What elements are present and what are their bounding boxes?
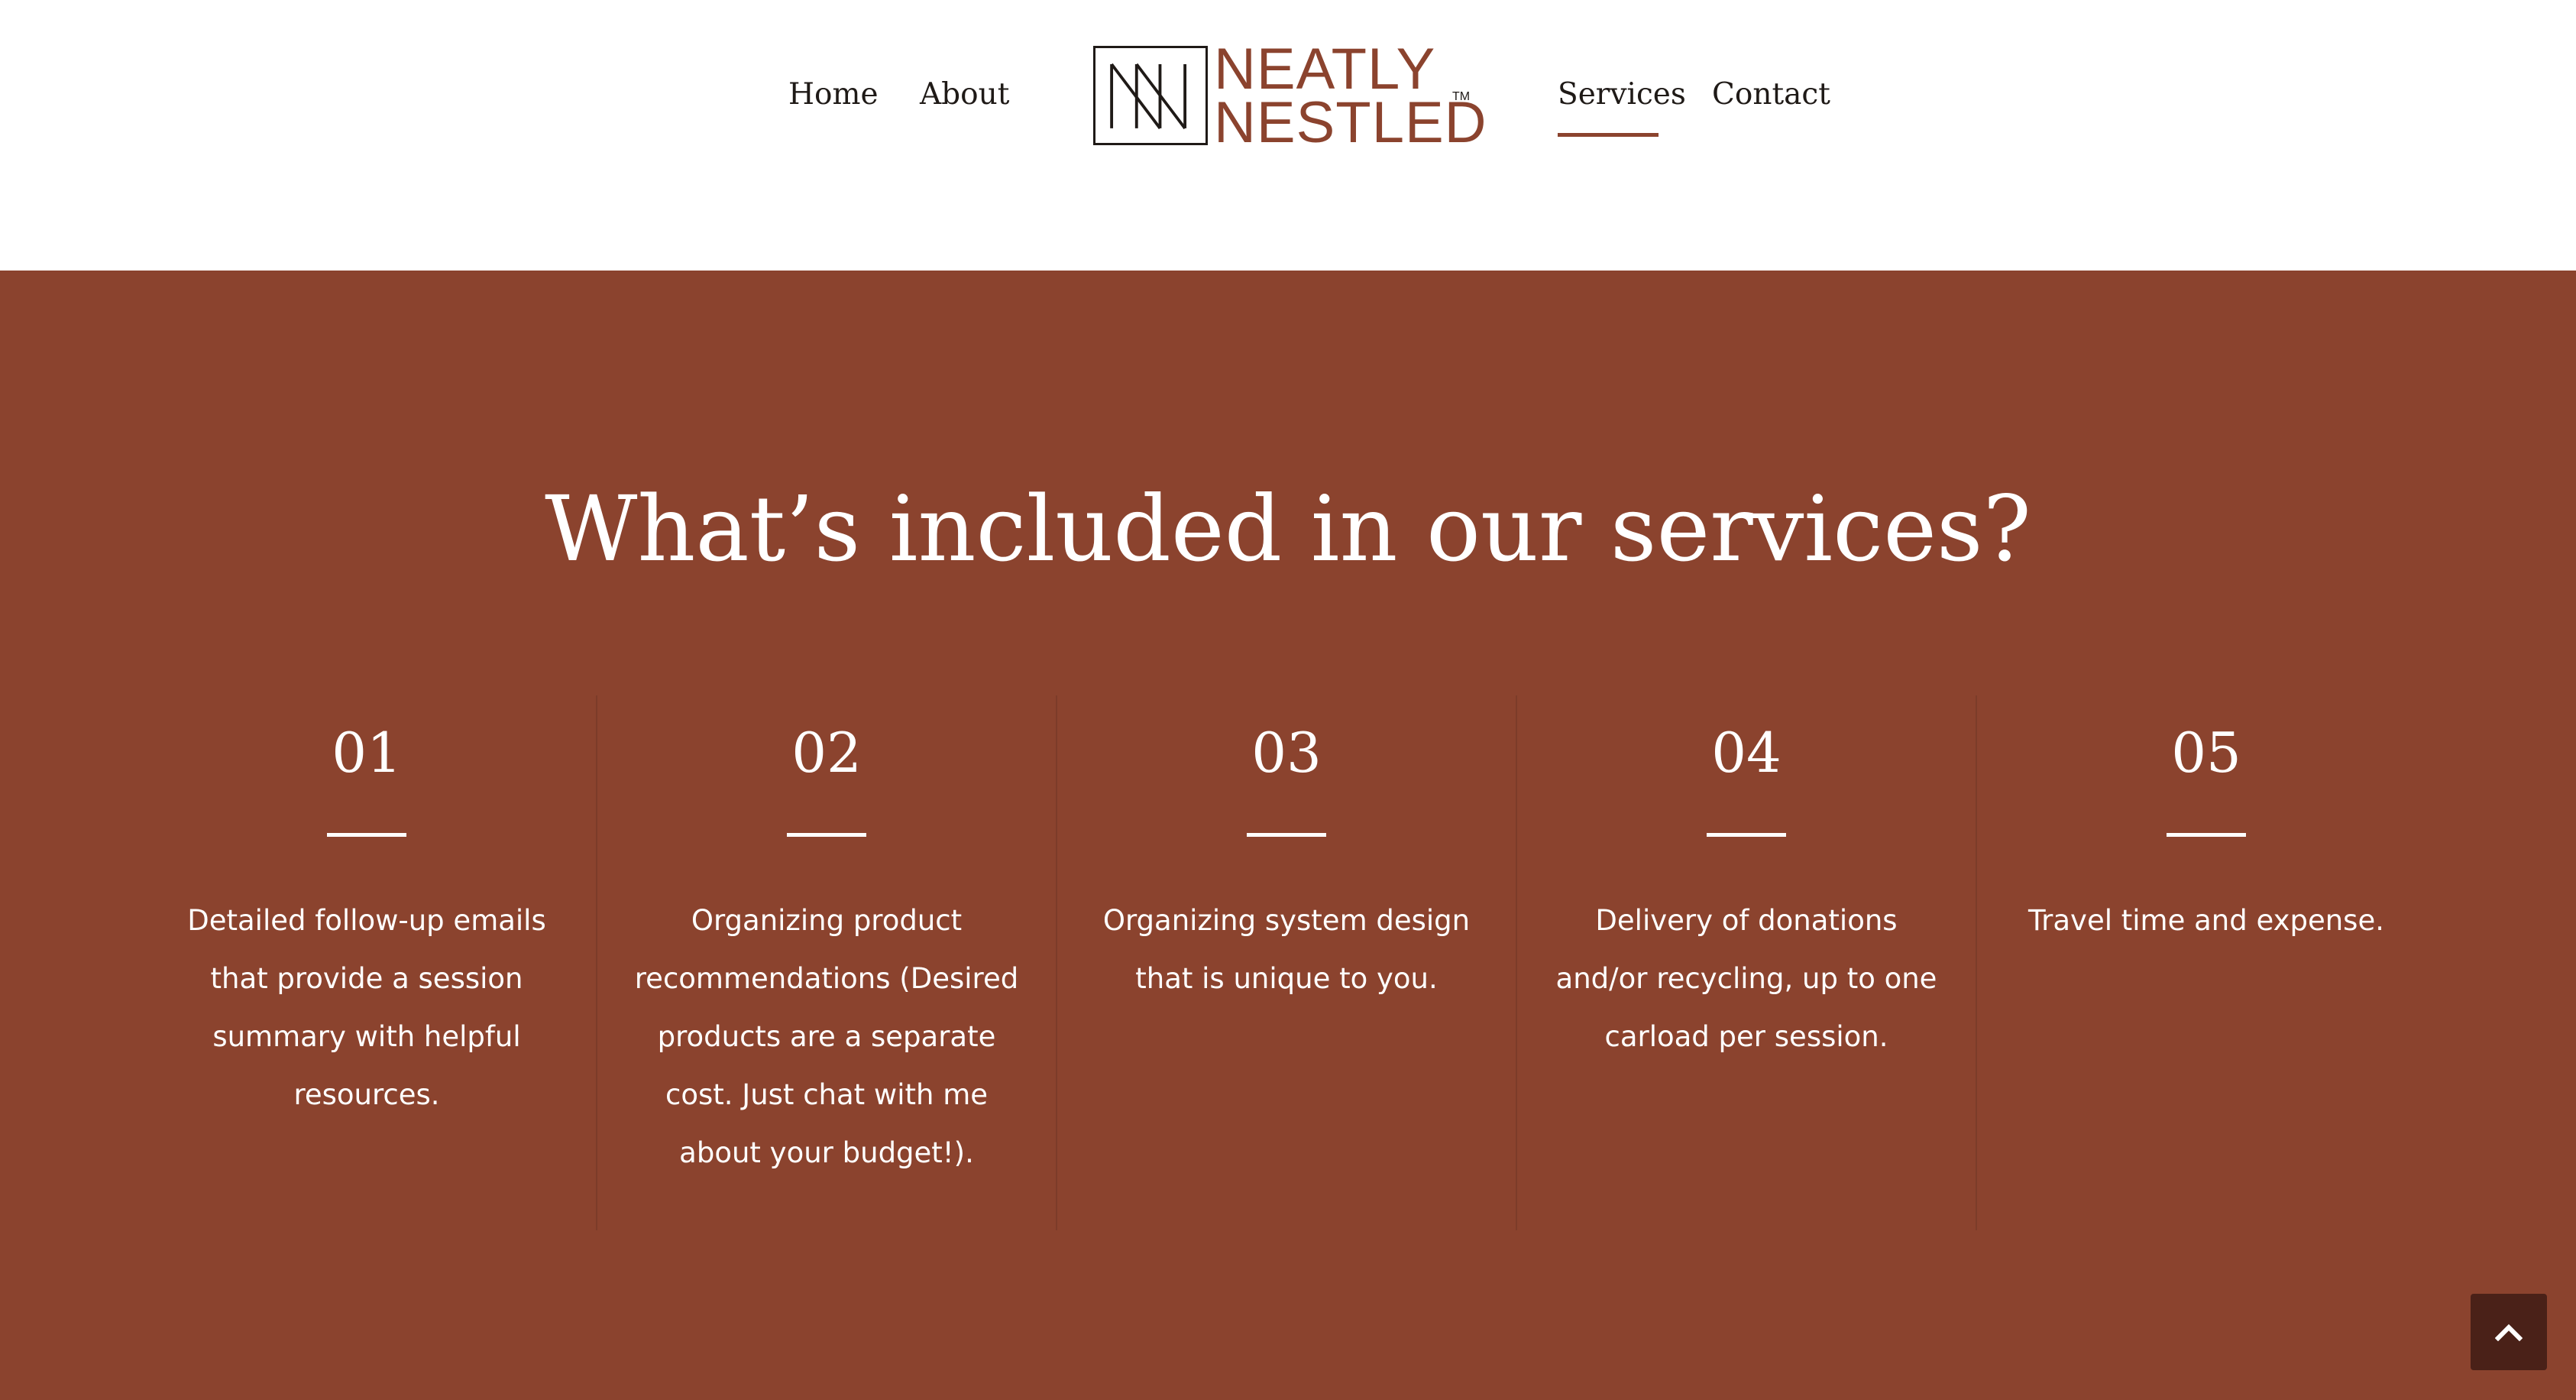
nav-active-indicator: [1558, 133, 1659, 137]
service-divider: [787, 833, 866, 837]
nav-about-link[interactable]: About: [920, 75, 1009, 115]
scroll-to-top-button[interactable]: [2471, 1294, 2547, 1370]
site-logo[interactable]: NEATLY NESTLED TM: [1093, 37, 1487, 152]
logo-text-neatly: NEATLY: [1214, 37, 1436, 102]
service-item-05: 05 Travel time and expense.: [1992, 718, 2420, 950]
service-item-04: 04 Delivery of donations and/or recyclin…: [1532, 718, 1960, 1066]
nn-monogram-icon: [1093, 46, 1208, 145]
service-number: 05: [2171, 721, 2241, 785]
chevron-up-icon: [2495, 1323, 2523, 1341]
service-number: 04: [1711, 721, 1782, 785]
service-divider: [1707, 833, 1786, 837]
column-divider: [1056, 695, 1057, 1230]
column-divider: [1976, 695, 1977, 1230]
logo-text-nestled: NESTLED: [1214, 90, 1487, 155]
service-divider: [327, 833, 406, 837]
service-description: Detailed follow-up emails that provide a…: [187, 904, 546, 1111]
service-item-03: 03 Organizing system design that is uniq…: [1073, 718, 1500, 1008]
service-description: Organizing system design that is unique …: [1102, 904, 1471, 995]
service-item-01: 01 Detailed follow-up emails that provid…: [153, 718, 581, 1124]
service-description: Organizing product recommendations (Desi…: [634, 904, 1019, 1169]
service-divider: [1247, 833, 1326, 837]
nav-home-link[interactable]: Home: [788, 75, 879, 115]
column-divider: [596, 695, 597, 1230]
service-divider: [2167, 833, 2246, 837]
service-number: 01: [332, 721, 402, 785]
service-item-02: 02 Organizing product recommendations (D…: [613, 718, 1040, 1182]
service-description: Delivery of donations and/or recycling, …: [1555, 904, 1937, 1053]
header-spacer: [0, 202, 2576, 271]
logo-trademark: TM: [1452, 90, 1471, 103]
section-title: What’s included in our services?: [545, 476, 2031, 582]
nav-services-link[interactable]: Services: [1558, 75, 1686, 115]
service-description: Travel time and expense.: [2028, 904, 2384, 937]
site-header: Home About NEATLY NESTLED TM Services Co…: [0, 0, 2576, 202]
nav-contact-link[interactable]: Contact: [1712, 75, 1830, 115]
service-number: 03: [1251, 721, 1322, 785]
service-number: 02: [791, 721, 862, 785]
column-divider: [1516, 695, 1517, 1230]
